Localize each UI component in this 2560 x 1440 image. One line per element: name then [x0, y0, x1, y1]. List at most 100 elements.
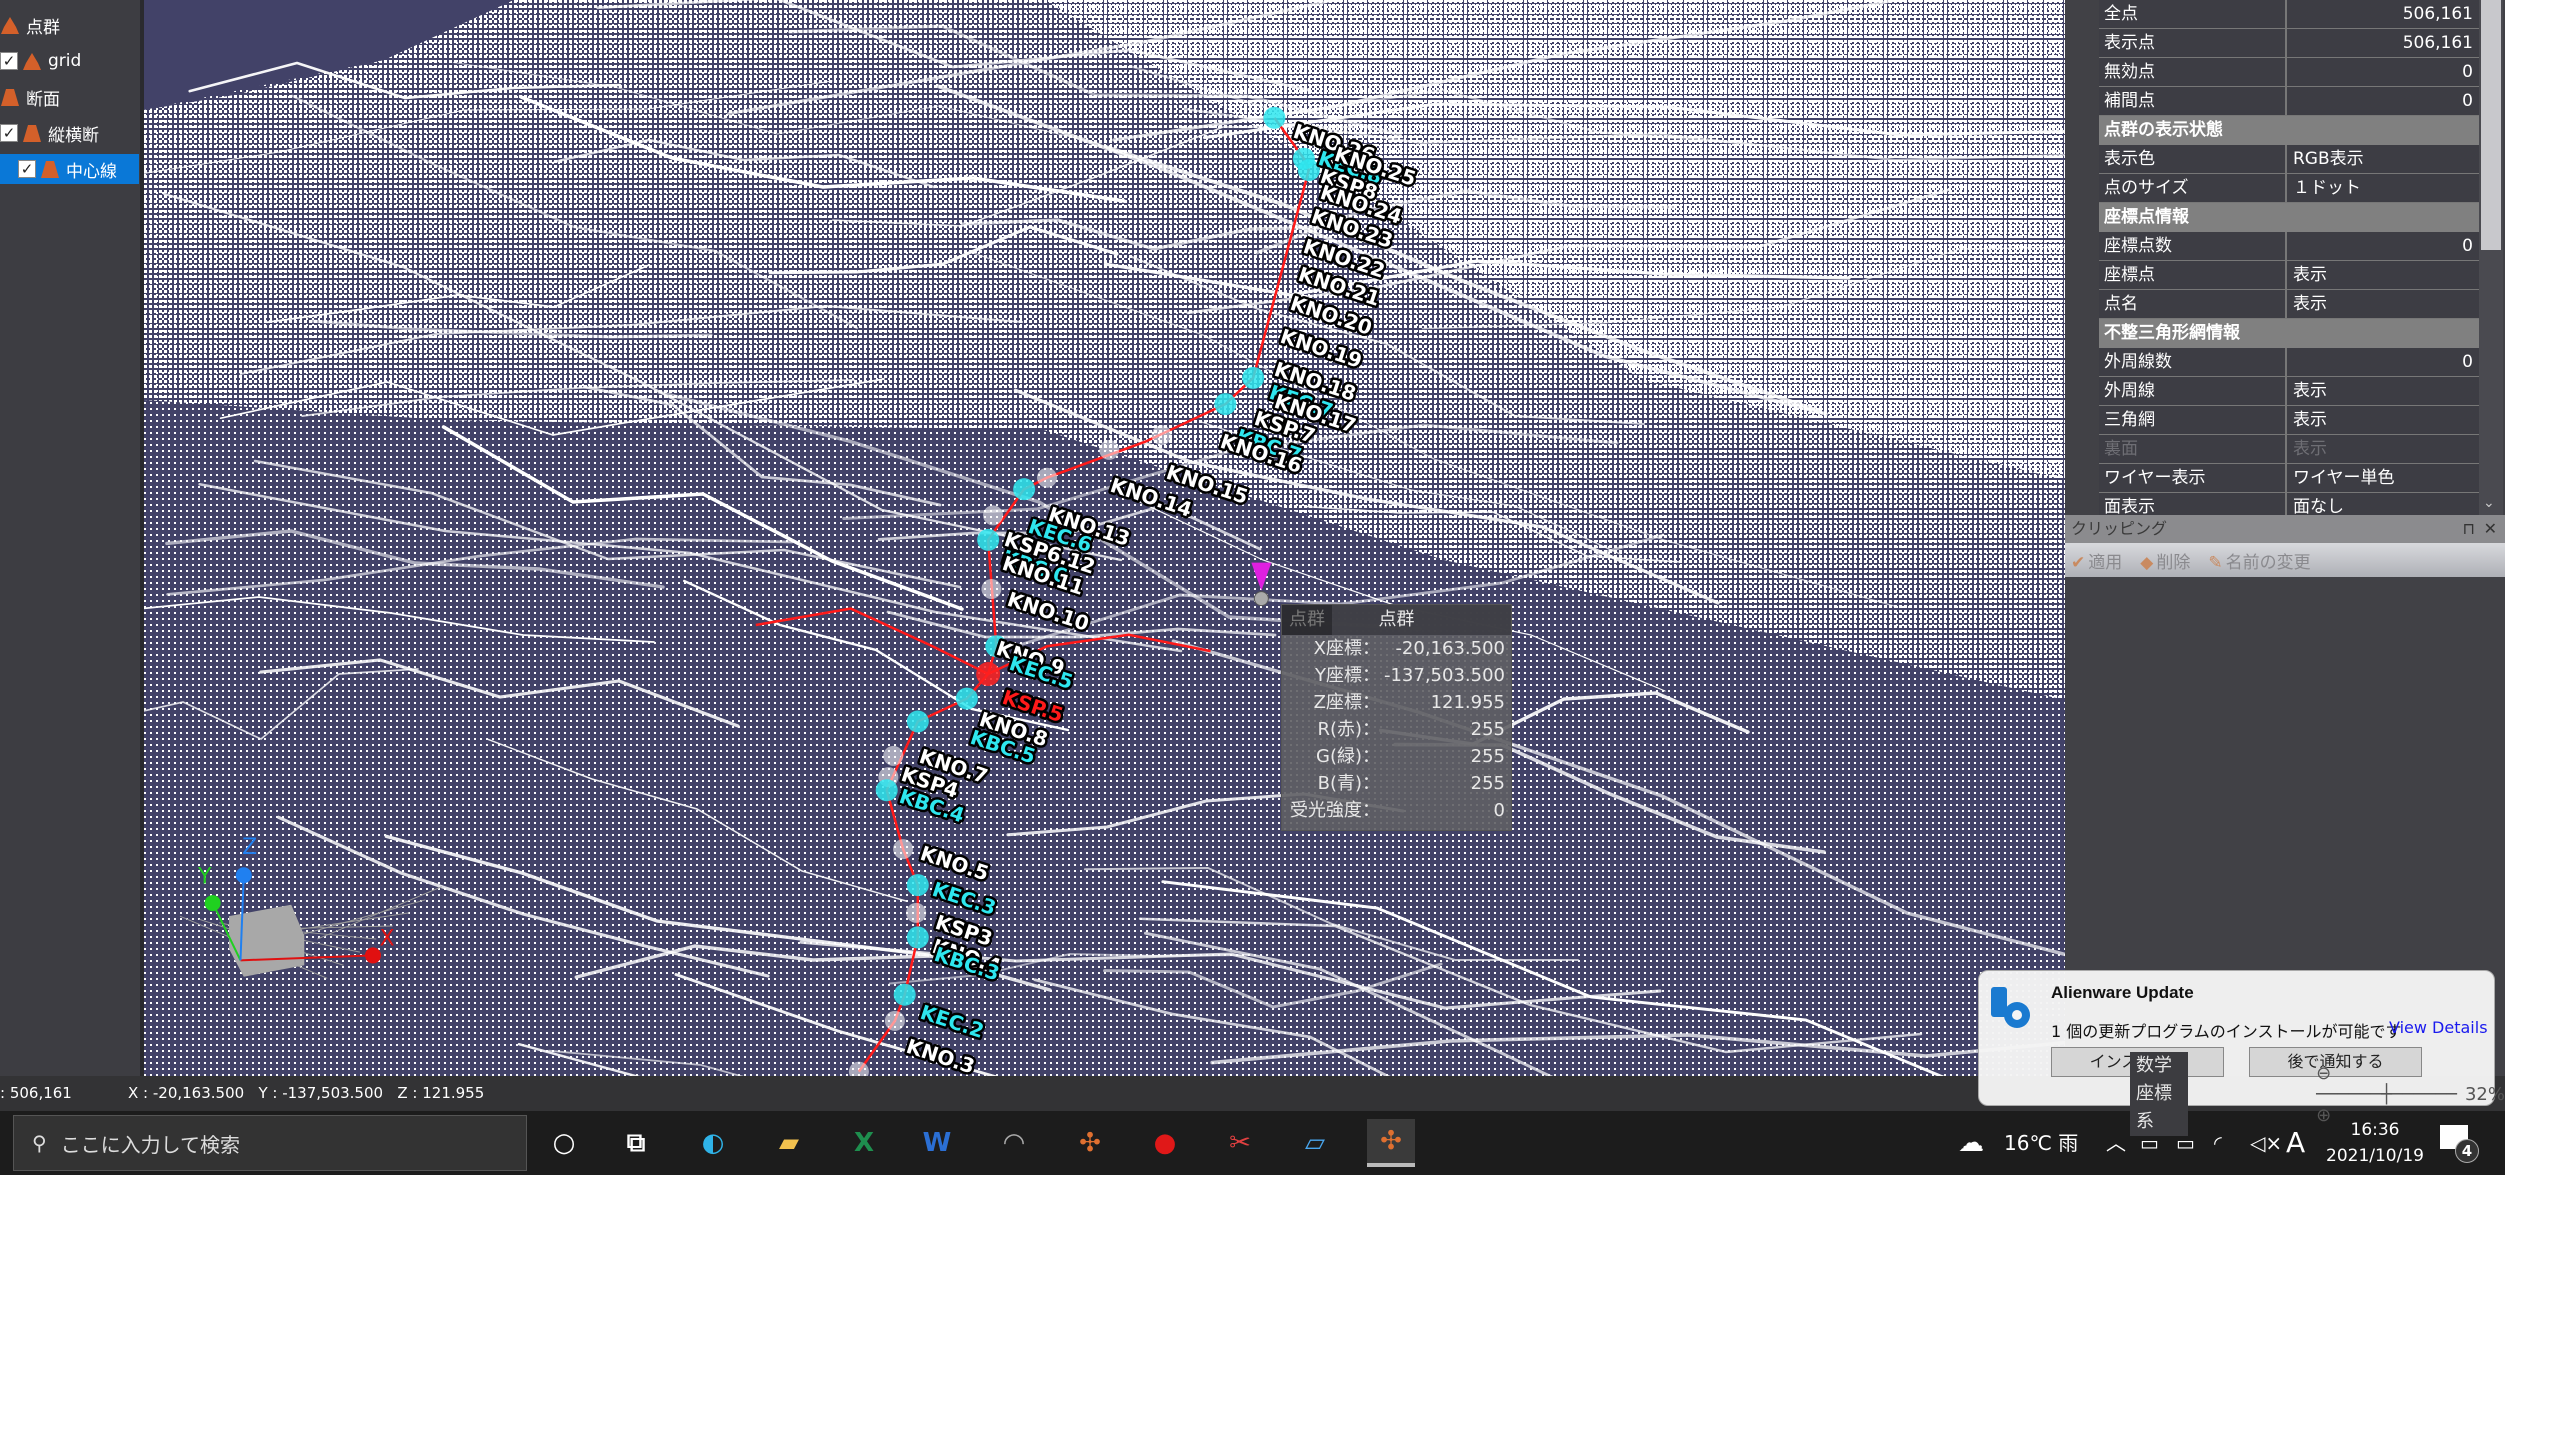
tool-label: 適用 — [2088, 552, 2123, 573]
property-value[interactable]: 表示 — [2287, 377, 2479, 405]
property-scrollbar[interactable]: ⌄ — [2479, 0, 2503, 515]
pin-icon[interactable]: ⊓ — [2463, 515, 2475, 543]
property-row[interactable]: 表示色 RGB表示 — [2099, 145, 2479, 174]
station-point[interactable] — [983, 505, 1004, 526]
curve-point[interactable] — [906, 926, 929, 949]
station-point[interactable] — [884, 1010, 905, 1031]
z-axis-arrow-icon[interactable] — [235, 867, 252, 884]
speaker-muted-icon[interactable]: ◁× — [2250, 1111, 2282, 1175]
station-point[interactable] — [883, 745, 904, 766]
clipping-check-button[interactable]: ✔ 適用 — [2071, 548, 2122, 573]
coordinate-system[interactable]: 数学座標系 — [2130, 1052, 2189, 1136]
scrollbar-thumb[interactable] — [2481, 0, 2501, 250]
task-view-taskbar-icon[interactable]: ⧉ — [612, 1119, 660, 1167]
excel-taskbar-icon[interactable]: X — [840, 1119, 888, 1167]
property-row[interactable]: 面表示 面なし — [2099, 493, 2479, 515]
tree-item-4[interactable]: ✓ 中心線 — [0, 154, 139, 184]
curve-point[interactable] — [977, 528, 1000, 551]
property-value[interactable]: 表示 — [2287, 406, 2479, 434]
property-value[interactable]: RGB表示 — [2287, 145, 2479, 173]
curve-point[interactable] — [906, 874, 929, 897]
close-icon[interactable]: ✕ — [2484, 515, 2497, 543]
property-value[interactable]: 506,161 — [2287, 0, 2479, 28]
layer-checkbox[interactable]: ✓ — [0, 52, 18, 70]
app-dome-taskbar-icon[interactable]: ◠ — [990, 1119, 1038, 1167]
cortana-taskbar-icon[interactable]: ○ — [540, 1119, 588, 1167]
station-point[interactable] — [1151, 425, 1172, 446]
property-name: 外周線 — [2099, 377, 2287, 405]
tooltip-value: 121.955 — [1430, 692, 1505, 713]
zoom-slider[interactable]: ⊖ ──────┼────── ⊕ — [2316, 1063, 2457, 1126]
clipping-eraser-button[interactable]: ◆ 削除 — [2140, 548, 2190, 573]
selected-point[interactable] — [976, 662, 1001, 687]
property-value[interactable]: 0 — [2287, 232, 2479, 260]
3d-viewport[interactable]: XYZ KNO.26 KEC.8 KNO.25 KSP8 KNO.24 KNO.23 KNO… — [144, 0, 2065, 1076]
property-row[interactable]: 全点 506,161 — [2099, 0, 2479, 29]
file-explorer-taskbar-icon[interactable]: ▰ — [765, 1119, 813, 1167]
curve-point[interactable] — [955, 687, 978, 710]
property-row[interactable]: 表示点 506,161 — [2099, 29, 2479, 58]
property-category[interactable]: ⊟座標点情報 — [2099, 203, 2479, 232]
property-row[interactable]: 補間点 0 — [2099, 87, 2479, 116]
property-name: 外周線数 — [2099, 348, 2287, 376]
app-pointcloud-taskbar-icon[interactable]: ✣ — [1066, 1119, 1114, 1167]
curve-point[interactable] — [893, 983, 916, 1006]
tree-item-3[interactable]: ✓ 縦横断 — [0, 118, 139, 148]
property-row[interactable]: 点のサイズ １ドット — [2099, 174, 2479, 203]
curve-point[interactable] — [906, 710, 929, 733]
tree-item-0[interactable]: 点群 — [0, 10, 139, 40]
view-details-link[interactable]: View Details — [2389, 1018, 2488, 1037]
property-row[interactable]: 外周線 表示 — [2099, 377, 2479, 406]
scroll-down-icon[interactable]: ⌄ — [2483, 495, 2495, 511]
weather-text[interactable]: 16℃ 雨 — [2004, 1111, 2078, 1175]
station-point[interactable] — [906, 902, 927, 923]
edge-taskbar-icon[interactable]: ◐ — [689, 1119, 737, 1167]
layer-checkbox[interactable]: ✓ — [18, 160, 36, 178]
property-value[interactable]: 表示 — [2287, 261, 2479, 289]
property-value[interactable]: ワイヤー単色 — [2287, 464, 2479, 492]
property-row[interactable]: 三角網 表示 — [2099, 406, 2479, 435]
tree-item-2[interactable]: 断面 — [0, 82, 139, 112]
clipping-pen-button[interactable]: ✎ 名前の変更 — [2208, 548, 2310, 573]
property-value[interactable]: 0 — [2287, 58, 2479, 86]
property-value[interactable]: 面なし — [2287, 493, 2479, 515]
property-value[interactable]: 0 — [2287, 87, 2479, 115]
app-pc-taskbar-icon[interactable]: ▱ — [1291, 1119, 1339, 1167]
property-row[interactable]: 外周線数 0 — [2099, 348, 2479, 377]
app-red-taskbar-icon[interactable]: ● — [1141, 1119, 1189, 1167]
property-category[interactable]: ⊟点群の表示状態 — [2099, 116, 2479, 145]
property-row[interactable]: 無効点 0 — [2099, 58, 2479, 87]
curve-point[interactable] — [1242, 366, 1265, 389]
tree-item-1[interactable]: ✓ grid — [0, 46, 139, 76]
property-value[interactable]: 表示 — [2287, 435, 2479, 463]
station-point[interactable] — [1099, 439, 1120, 460]
weather-icon[interactable]: ☁ — [1958, 1111, 1984, 1175]
curve-point[interactable] — [1214, 393, 1237, 416]
taskbar-search[interactable]: ⚲ ここに入力して検索 — [13, 1115, 527, 1171]
station-point[interactable] — [981, 578, 1002, 599]
curve-point[interactable] — [875, 779, 898, 802]
property-category[interactable]: ⊟不整三角形網情報 — [2099, 319, 2479, 348]
property-row[interactable]: 座標点 表示 — [2099, 261, 2479, 290]
point-cloud-canvas[interactable]: XYZ KNO.26KEC.8KNO.25KSP8KNO.24KNO.23KNO… — [144, 0, 2065, 1076]
station-point[interactable] — [1037, 467, 1058, 488]
layer-checkbox[interactable]: ✓ — [0, 124, 18, 142]
property-value[interactable]: １ドット — [2287, 174, 2479, 202]
curve-point[interactable] — [1013, 478, 1036, 501]
property-value[interactable]: 506,161 — [2287, 29, 2479, 57]
chevron-up-icon[interactable]: ︿ — [2106, 1111, 2126, 1175]
word-taskbar-icon[interactable]: W — [913, 1119, 961, 1167]
property-row[interactable]: 裏面 表示 — [2099, 435, 2479, 464]
wifi-icon[interactable]: ◜ — [2214, 1111, 2222, 1175]
property-value[interactable]: 0 — [2287, 348, 2479, 376]
property-row[interactable]: 点名 表示 — [2099, 290, 2479, 319]
ime-indicator[interactable]: A — [2286, 1111, 2305, 1175]
y-axis-arrow-icon[interactable] — [204, 895, 221, 912]
property-row[interactable]: 座標点数 0 — [2099, 232, 2479, 261]
station-point[interactable] — [893, 839, 914, 860]
app-pointcloud-active-taskbar-icon[interactable]: ✣ — [1367, 1119, 1415, 1167]
property-value[interactable]: 表示 — [2287, 290, 2479, 318]
property-row[interactable]: ワイヤー表示 ワイヤー単色 — [2099, 464, 2479, 493]
snipping-tool-taskbar-icon[interactable]: ✂ — [1216, 1119, 1264, 1167]
curve-point[interactable] — [1263, 106, 1286, 129]
